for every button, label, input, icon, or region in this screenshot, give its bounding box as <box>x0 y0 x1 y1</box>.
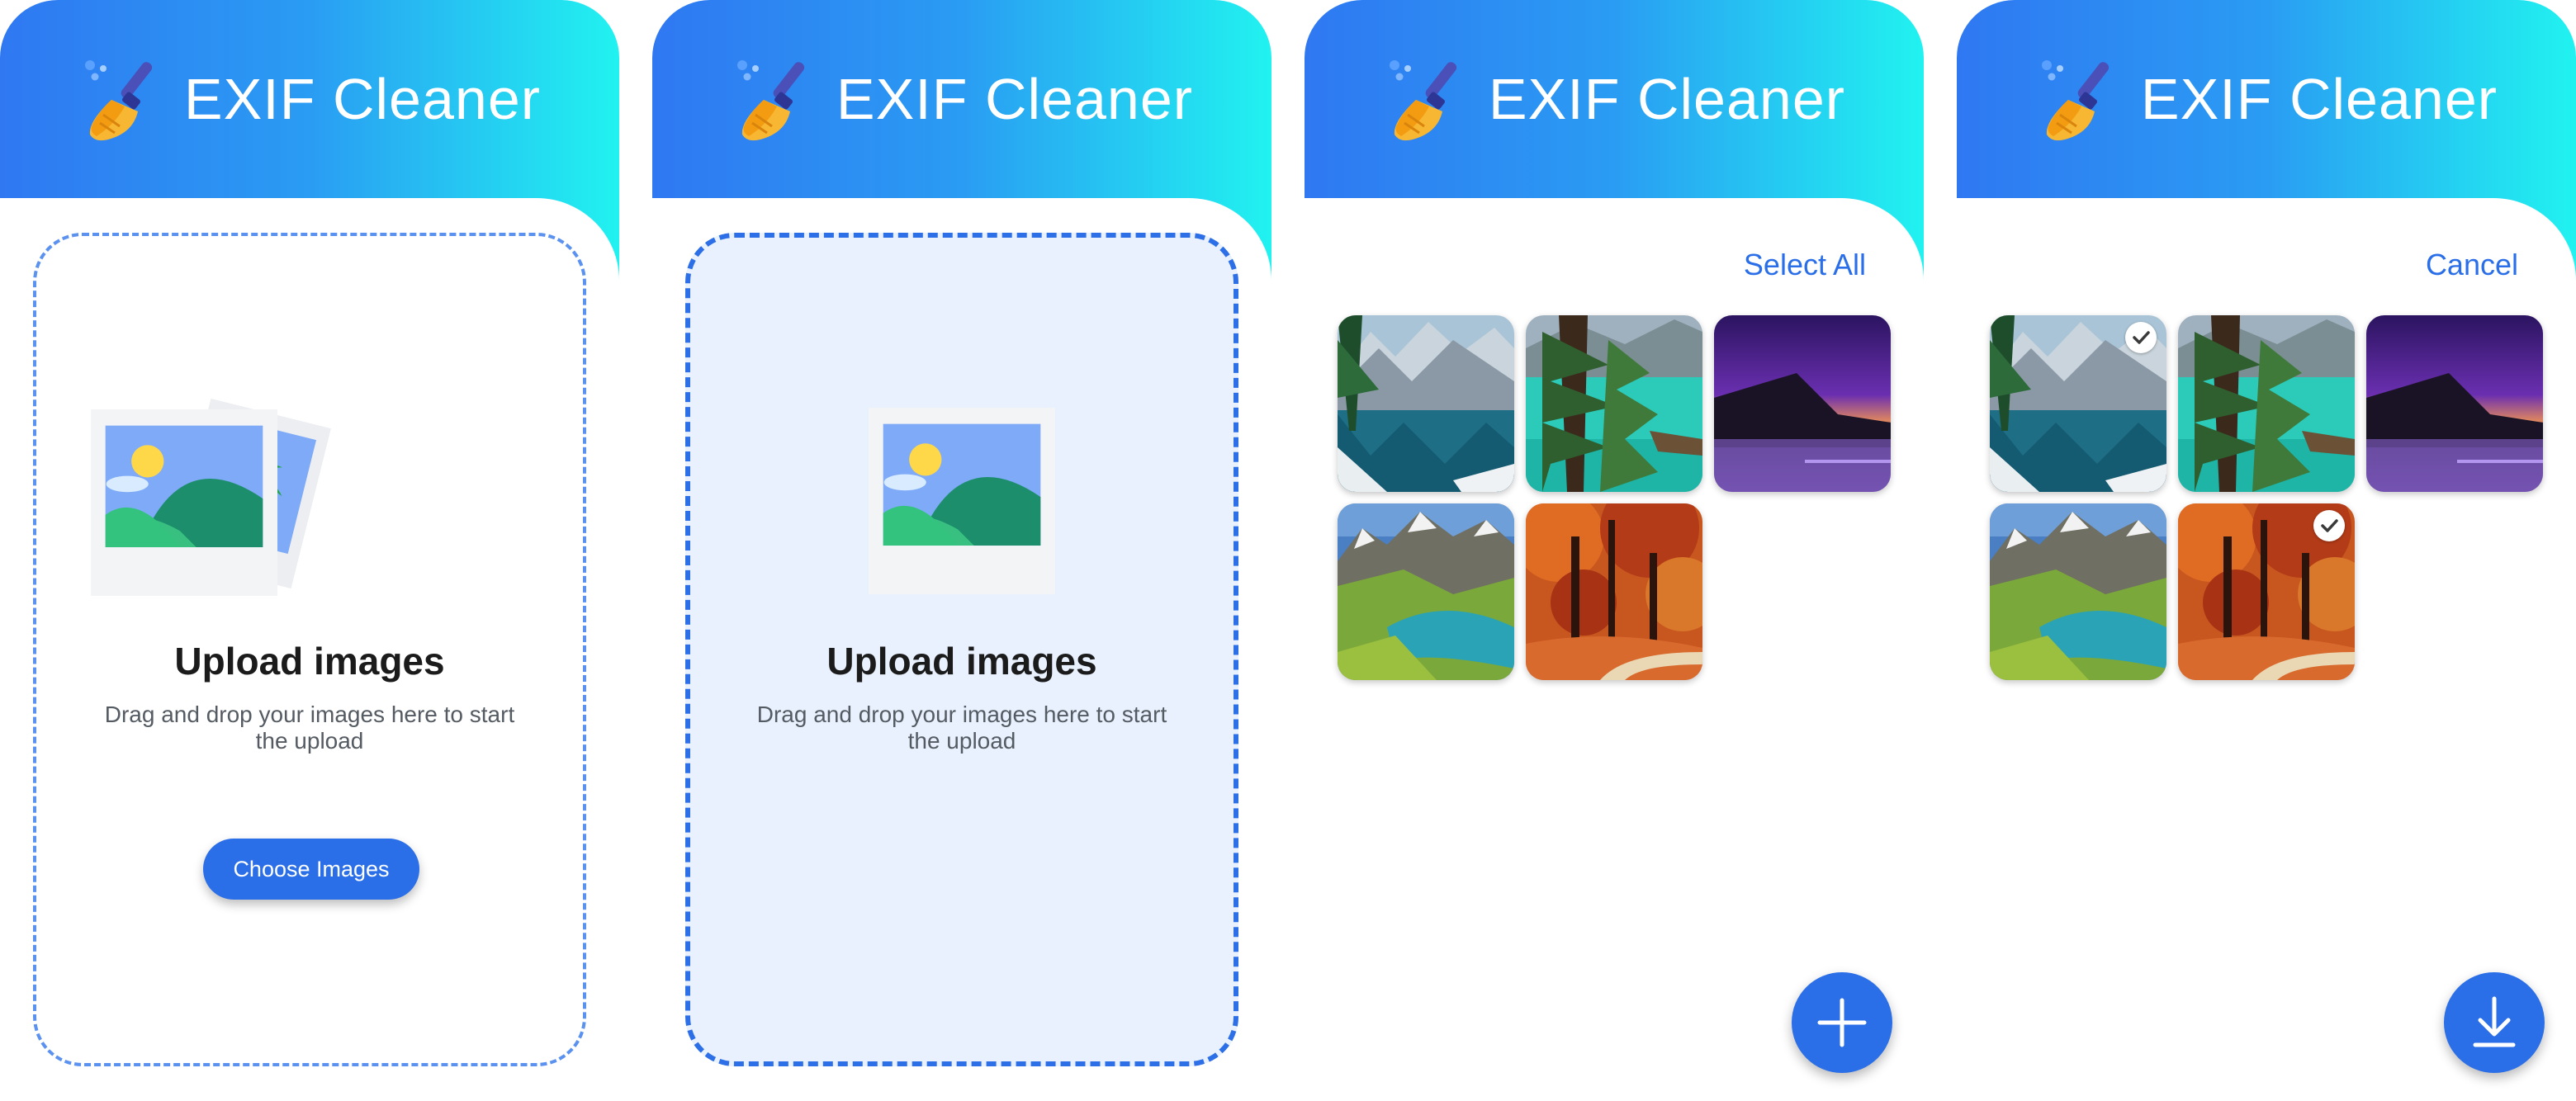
screen-upload: EXIF Cleaner Upload images Drag and drop… <box>0 0 619 1101</box>
mountain-lake-image <box>1338 315 1514 492</box>
broom-icon <box>78 54 169 144</box>
alpine-valley-image <box>1990 503 2166 680</box>
purple-dusk-image <box>2366 315 2543 492</box>
purple-dusk-image <box>1714 315 1891 492</box>
thumbnail-purple-dusk[interactable] <box>1714 315 1891 492</box>
turquoise-lake-image <box>1526 315 1702 492</box>
thumbnail-alpine-valley[interactable] <box>1990 503 2166 680</box>
app-title: EXIF Cleaner <box>836 67 1194 131</box>
choose-images-button[interactable]: Choose Images <box>203 839 419 900</box>
download-icon <box>2473 996 2516 1047</box>
app-title: EXIF Cleaner <box>2140 67 2498 131</box>
thumbnail-turquoise-lake[interactable] <box>1526 315 1702 492</box>
thumbnail-autumn-forest-selected[interactable] <box>2178 503 2355 680</box>
drop-subtitle: Drag and drop your images here to start … <box>756 702 1167 754</box>
screen-gallery: EXIF Cleaner Select All <box>1305 0 1924 1101</box>
check-icon <box>2313 510 2345 541</box>
brand: EXIF Cleaner <box>652 50 1271 149</box>
screen-gallery-selection: EXIF Cleaner Cancel <box>1957 0 2576 1101</box>
cancel-link[interactable]: Cancel <box>2426 248 2518 282</box>
select-all-link[interactable]: Select All <box>1744 248 1866 282</box>
app-title: EXIF Cleaner <box>183 67 542 131</box>
autumn-forest-image <box>1526 503 1702 680</box>
turquoise-lake-image <box>2178 315 2355 492</box>
thumbnail-mountain-lake[interactable] <box>1338 315 1514 492</box>
screen-upload-dragover: EXIF Cleaner Upload images Drag and drop… <box>652 0 1271 1101</box>
photo-illustration <box>869 408 1055 594</box>
screenshots-row: EXIF Cleaner Upload images Drag and drop… <box>0 0 2576 1101</box>
brand: EXIF Cleaner <box>1305 50 1924 149</box>
thumbnail-turquoise-lake[interactable] <box>2178 315 2355 492</box>
add-images-button[interactable] <box>1792 972 1892 1073</box>
alpine-valley-image <box>1338 503 1514 680</box>
front-photo-illustration <box>91 409 277 596</box>
check-icon <box>2125 322 2157 353</box>
drop-heading: Upload images <box>174 640 445 683</box>
brand: EXIF Cleaner <box>1957 50 2576 149</box>
broom-icon <box>1383 54 1474 144</box>
selected-check-badge <box>2125 322 2157 353</box>
app-title: EXIF Cleaner <box>1488 67 1846 131</box>
brand: EXIF Cleaner <box>0 50 619 149</box>
thumbnail-mountain-lake-selected[interactable] <box>1990 315 2166 492</box>
drop-subtitle: Drag and drop your images here to start … <box>104 702 515 754</box>
thumbnail-purple-dusk[interactable] <box>2366 315 2543 492</box>
broom-icon <box>731 54 822 144</box>
drop-zone[interactable]: Upload images Drag and drop your images … <box>33 233 586 1066</box>
thumbnail-alpine-valley[interactable] <box>1338 503 1514 680</box>
plus-icon <box>1817 998 1867 1047</box>
drop-zone-active[interactable]: Upload images Drag and drop your images … <box>685 233 1238 1066</box>
thumbnail-autumn-forest[interactable] <box>1526 503 1702 680</box>
drop-heading: Upload images <box>826 640 1097 683</box>
selected-check-badge <box>2313 510 2345 541</box>
download-button[interactable] <box>2444 972 2545 1073</box>
broom-icon <box>2035 54 2126 144</box>
